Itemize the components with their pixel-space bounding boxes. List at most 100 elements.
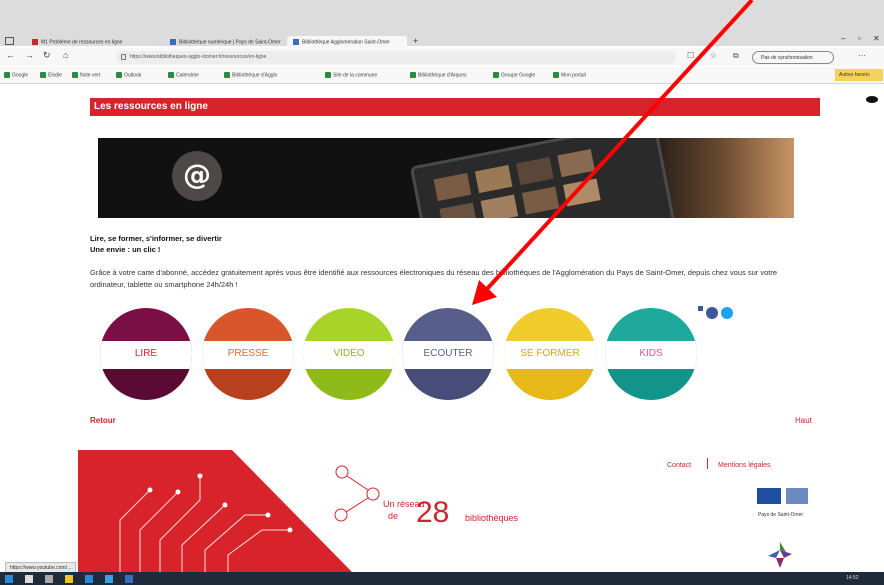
windows-start-icon[interactable] [5, 575, 13, 583]
tablet-tile [474, 165, 513, 194]
search-icon[interactable] [25, 575, 33, 583]
tablet-tile [521, 186, 560, 215]
bookmark-item[interactable]: Google [4, 72, 28, 78]
category-ecouter[interactable]: ECOUTER [402, 308, 494, 400]
haut-link[interactable]: Haut [795, 416, 812, 425]
task-view-icon[interactable] [45, 575, 53, 583]
tab-favicon-icon [170, 39, 176, 45]
bookmark-item[interactable]: Élodie [40, 72, 62, 78]
category-presse[interactable]: PRESSE [202, 308, 294, 400]
mentions-legales-link[interactable]: Mentions légales [718, 462, 771, 469]
partner-logo [786, 488, 808, 504]
category-label: VIDEO [333, 348, 365, 359]
section-header: Les ressources en ligne [90, 98, 820, 116]
pays-saint-omer-logo: Pays de Saint-Omer [758, 512, 804, 518]
small-share-icon[interactable] [698, 306, 703, 311]
bookmark-icon [410, 72, 416, 78]
tablet-image [409, 138, 677, 218]
close-icon[interactable]: ✕ [873, 34, 880, 43]
twitter-icon[interactable] [721, 307, 733, 319]
bookmark-label: Bibliothèque d'Agglo [232, 72, 278, 79]
maximize-icon[interactable]: ▫ [858, 34, 861, 43]
tablet-tile [439, 202, 477, 218]
bookmark-icon [116, 72, 122, 78]
bookmark-item[interactable]: Bibliothèque d'Arques [410, 72, 467, 78]
tablet-tile [433, 173, 472, 202]
bookmark-icon [224, 72, 230, 78]
tablet-tile [557, 149, 595, 178]
window-menu-icon[interactable] [5, 37, 14, 45]
category-label: LIRE [134, 348, 158, 359]
tablet-tile [563, 178, 601, 207]
bookmark-item[interactable]: Calendrier [168, 72, 199, 78]
screenshot: M1 Problème de ressources en ligne Bibli… [0, 0, 884, 585]
footer-separator [707, 458, 708, 469]
category-lire[interactable]: LIRE [100, 308, 192, 400]
sync-button-label: Pas de synchronisation [761, 55, 813, 61]
file-explorer-icon[interactable] [65, 575, 73, 583]
forward-icon[interactable]: → [25, 50, 34, 60]
bookmark-icon [72, 72, 78, 78]
taskbar-clock: 14:52 [846, 575, 859, 581]
retour-link[interactable]: Retour [90, 416, 116, 425]
address-bar[interactable]: https://www.bibliotheques-agglo-stomer.f… [116, 51, 676, 64]
tablet-tile [480, 194, 519, 218]
tablet-tile [516, 157, 554, 186]
mail-icon[interactable] [105, 575, 113, 583]
facebook-icon[interactable] [706, 307, 718, 319]
category-video[interactable]: VIDEO [303, 308, 395, 400]
bookmark-item[interactable]: Bibliothèque d'Agglo [224, 72, 277, 78]
category-label: SE FORMER [520, 348, 580, 359]
bookmark-item[interactable]: Site de la commune [325, 72, 377, 78]
reader-icon[interactable]: ☐ [687, 51, 694, 60]
favorite-star-icon[interactable]: ☆ [710, 51, 717, 60]
bookmark-item[interactable]: Groupe Google [493, 72, 535, 78]
bookmark-label: Groupe Google [501, 72, 536, 79]
browser-tab[interactable]: M1 Problème de ressources en ligne [26, 36, 161, 48]
category-label: KIDS [639, 348, 663, 359]
browser-tab-active[interactable]: Bibliothèque Agglomération Saint-Omer [287, 36, 407, 48]
eye-icon[interactable] [866, 96, 878, 103]
bookmark-label: Outlook [124, 72, 142, 79]
home-icon[interactable]: ⌂ [63, 50, 68, 60]
bookmark-label: Site de la commune [333, 72, 378, 79]
category-kids[interactable]: KIDS [605, 308, 697, 400]
eu-flag-logo [757, 488, 781, 504]
new-tab-button[interactable]: + [413, 36, 418, 46]
app-icon[interactable] [125, 575, 133, 583]
bookmark-label: Bibliothèque d'Arques [418, 72, 467, 79]
refresh-icon[interactable]: ↻ [43, 50, 51, 61]
bookmark-icon [493, 72, 499, 78]
bookmark-item[interactable]: Outlook [116, 72, 141, 78]
bookmark-item[interactable]: Mon portail [553, 72, 586, 78]
bookmark-label: Élodie [48, 72, 62, 79]
intro-paragraph: Grâce à votre carte d'abonné, accédez gr… [90, 268, 778, 289]
bookmark-icon [325, 72, 331, 78]
category-se-former[interactable]: SE FORMER [504, 308, 596, 400]
intro-line-1: Lire, se former, s'informer, se divertir [90, 234, 222, 243]
bookmark-label: Note vert [80, 72, 101, 79]
section-title: Les ressources en ligne [94, 101, 208, 112]
minimize-icon[interactable]: – [841, 34, 845, 43]
bookmark-label: Mon portail [561, 72, 586, 79]
at-sign-icon: @ [172, 151, 222, 201]
bookmark-item[interactable]: Note vert [72, 72, 100, 78]
browser-tab[interactable]: Bibliothèque numérique | Pays de Saint-O… [164, 36, 284, 48]
tab-label: M1 Problème de ressources en ligne [41, 39, 123, 46]
tab-favicon-icon [32, 39, 38, 45]
back-icon[interactable]: ← [6, 50, 15, 60]
address-text: https://www.bibliotheques-agglo-stomer.f… [130, 54, 267, 60]
tab-label: Bibliothèque numérique | Pays de Saint-O… [179, 39, 281, 46]
other-favorites[interactable]: Autres favoris [835, 69, 883, 81]
reseau-de: de [388, 511, 399, 521]
contact-link[interactable]: Contact [667, 462, 691, 469]
sync-button[interactable]: Pas de synchronisation [752, 51, 834, 64]
more-menu-icon[interactable]: ⋯ [858, 51, 866, 60]
bookmark-icon [40, 72, 46, 78]
collections-icon[interactable]: ⧉ [733, 51, 739, 61]
category-label: ECOUTER [423, 348, 473, 359]
edge-icon[interactable] [85, 575, 93, 583]
tab-favicon-icon [293, 39, 299, 45]
intro-line-2: Une envie : un clic ! [90, 245, 161, 254]
lock-icon [121, 54, 126, 60]
